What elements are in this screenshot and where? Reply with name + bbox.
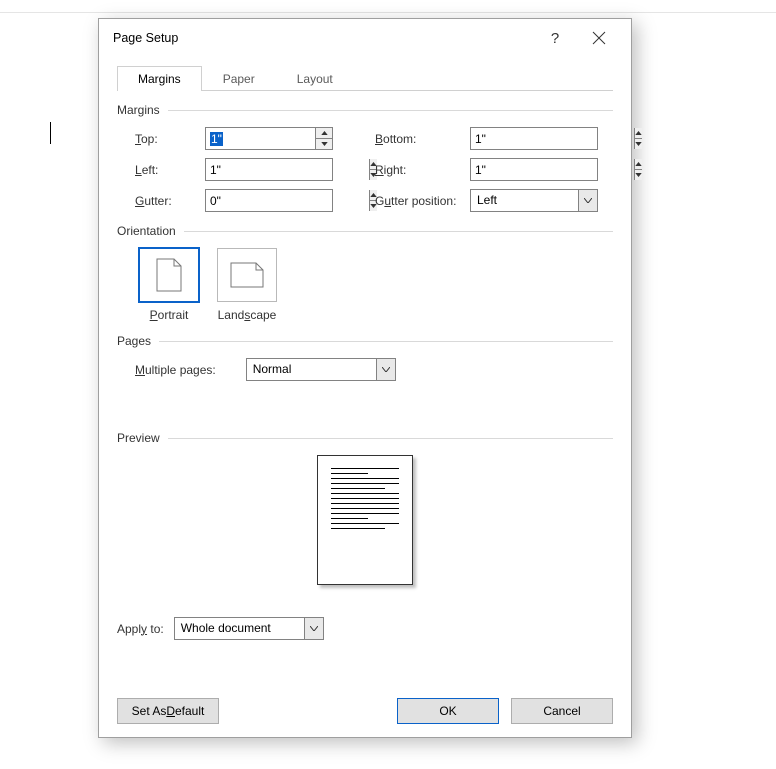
orientation-portrait[interactable] bbox=[139, 248, 199, 302]
ribbon-underline bbox=[0, 12, 776, 13]
spin-up-icon[interactable] bbox=[635, 159, 642, 170]
bottom-spinbox[interactable] bbox=[470, 127, 598, 150]
section-margins-label: Margins bbox=[117, 103, 160, 117]
gutter-spinbox[interactable] bbox=[205, 189, 333, 212]
spin-down-icon[interactable] bbox=[635, 170, 642, 180]
apply-to-value: Whole document bbox=[175, 618, 304, 639]
bottom-label: Bottom: bbox=[375, 132, 470, 146]
left-value[interactable] bbox=[206, 159, 369, 180]
help-button[interactable]: ? bbox=[533, 23, 577, 53]
multiple-pages-combo[interactable]: Normal bbox=[246, 358, 396, 381]
close-icon bbox=[592, 31, 606, 45]
left-label: Left: bbox=[135, 163, 205, 177]
spin-up-icon[interactable] bbox=[635, 128, 642, 139]
left-spinbox[interactable] bbox=[205, 158, 333, 181]
landscape-label: Landscape bbox=[218, 308, 277, 322]
top-spinbox[interactable]: 1" bbox=[205, 127, 333, 150]
help-icon: ? bbox=[551, 30, 559, 47]
multiple-pages-label: Multiple pages: bbox=[135, 363, 216, 377]
section-pages-label: Pages bbox=[117, 334, 151, 348]
spin-down-icon[interactable] bbox=[316, 139, 332, 149]
gutter-position-label: Gutter position: bbox=[375, 194, 470, 208]
preview-page-icon bbox=[317, 455, 413, 585]
multiple-pages-value: Normal bbox=[247, 359, 376, 380]
top-value: 1" bbox=[210, 132, 223, 146]
spin-down-icon[interactable] bbox=[635, 139, 642, 149]
gutter-position-value: Left bbox=[471, 190, 578, 211]
orientation-landscape[interactable] bbox=[217, 248, 277, 302]
document-caret bbox=[50, 122, 51, 144]
tab-margins[interactable]: Margins bbox=[117, 66, 202, 91]
tab-layout[interactable]: Layout bbox=[276, 66, 354, 91]
chevron-down-icon[interactable] bbox=[578, 190, 597, 211]
close-button[interactable] bbox=[577, 23, 621, 53]
gutter-position-combo[interactable]: Left bbox=[470, 189, 598, 212]
dialog-footer: Set As Default OK Cancel bbox=[99, 685, 631, 737]
tab-paper[interactable]: Paper bbox=[202, 66, 276, 91]
gutter-label: Gutter: bbox=[135, 194, 205, 208]
section-pages: Pages bbox=[117, 334, 613, 348]
right-value[interactable] bbox=[471, 159, 634, 180]
gutter-value[interactable] bbox=[206, 190, 369, 211]
dialog-title: Page Setup bbox=[113, 31, 533, 45]
portrait-icon bbox=[156, 258, 182, 292]
apply-to-combo[interactable]: Whole document bbox=[174, 617, 324, 640]
section-orientation: Orientation bbox=[117, 224, 613, 238]
page-setup-dialog: Page Setup ? Margins Paper Layout Margin… bbox=[98, 18, 632, 738]
portrait-label: Portrait bbox=[150, 308, 189, 322]
section-orientation-label: Orientation bbox=[117, 224, 176, 238]
landscape-icon bbox=[230, 262, 264, 288]
cancel-button[interactable]: Cancel bbox=[511, 698, 613, 724]
right-spinbox[interactable] bbox=[470, 158, 598, 181]
tab-strip: Margins Paper Layout bbox=[117, 65, 613, 91]
chevron-down-icon[interactable] bbox=[304, 618, 323, 639]
apply-to-label: Apply to: bbox=[117, 622, 164, 636]
titlebar: Page Setup ? bbox=[99, 19, 631, 57]
top-label: Top: bbox=[135, 132, 205, 146]
ok-button[interactable]: OK bbox=[397, 698, 499, 724]
right-label: Right: bbox=[375, 163, 470, 177]
section-margins: Margins bbox=[117, 103, 613, 117]
section-preview-label: Preview bbox=[117, 431, 160, 445]
chevron-down-icon[interactable] bbox=[376, 359, 395, 380]
set-as-default-button[interactable]: Set As Default bbox=[117, 698, 219, 724]
margins-grid: Top: 1" Bottom: Left: Right: Gutt bbox=[135, 127, 613, 212]
spin-up-icon[interactable] bbox=[316, 128, 332, 139]
section-preview: Preview bbox=[117, 431, 613, 445]
bottom-value[interactable] bbox=[471, 128, 634, 149]
